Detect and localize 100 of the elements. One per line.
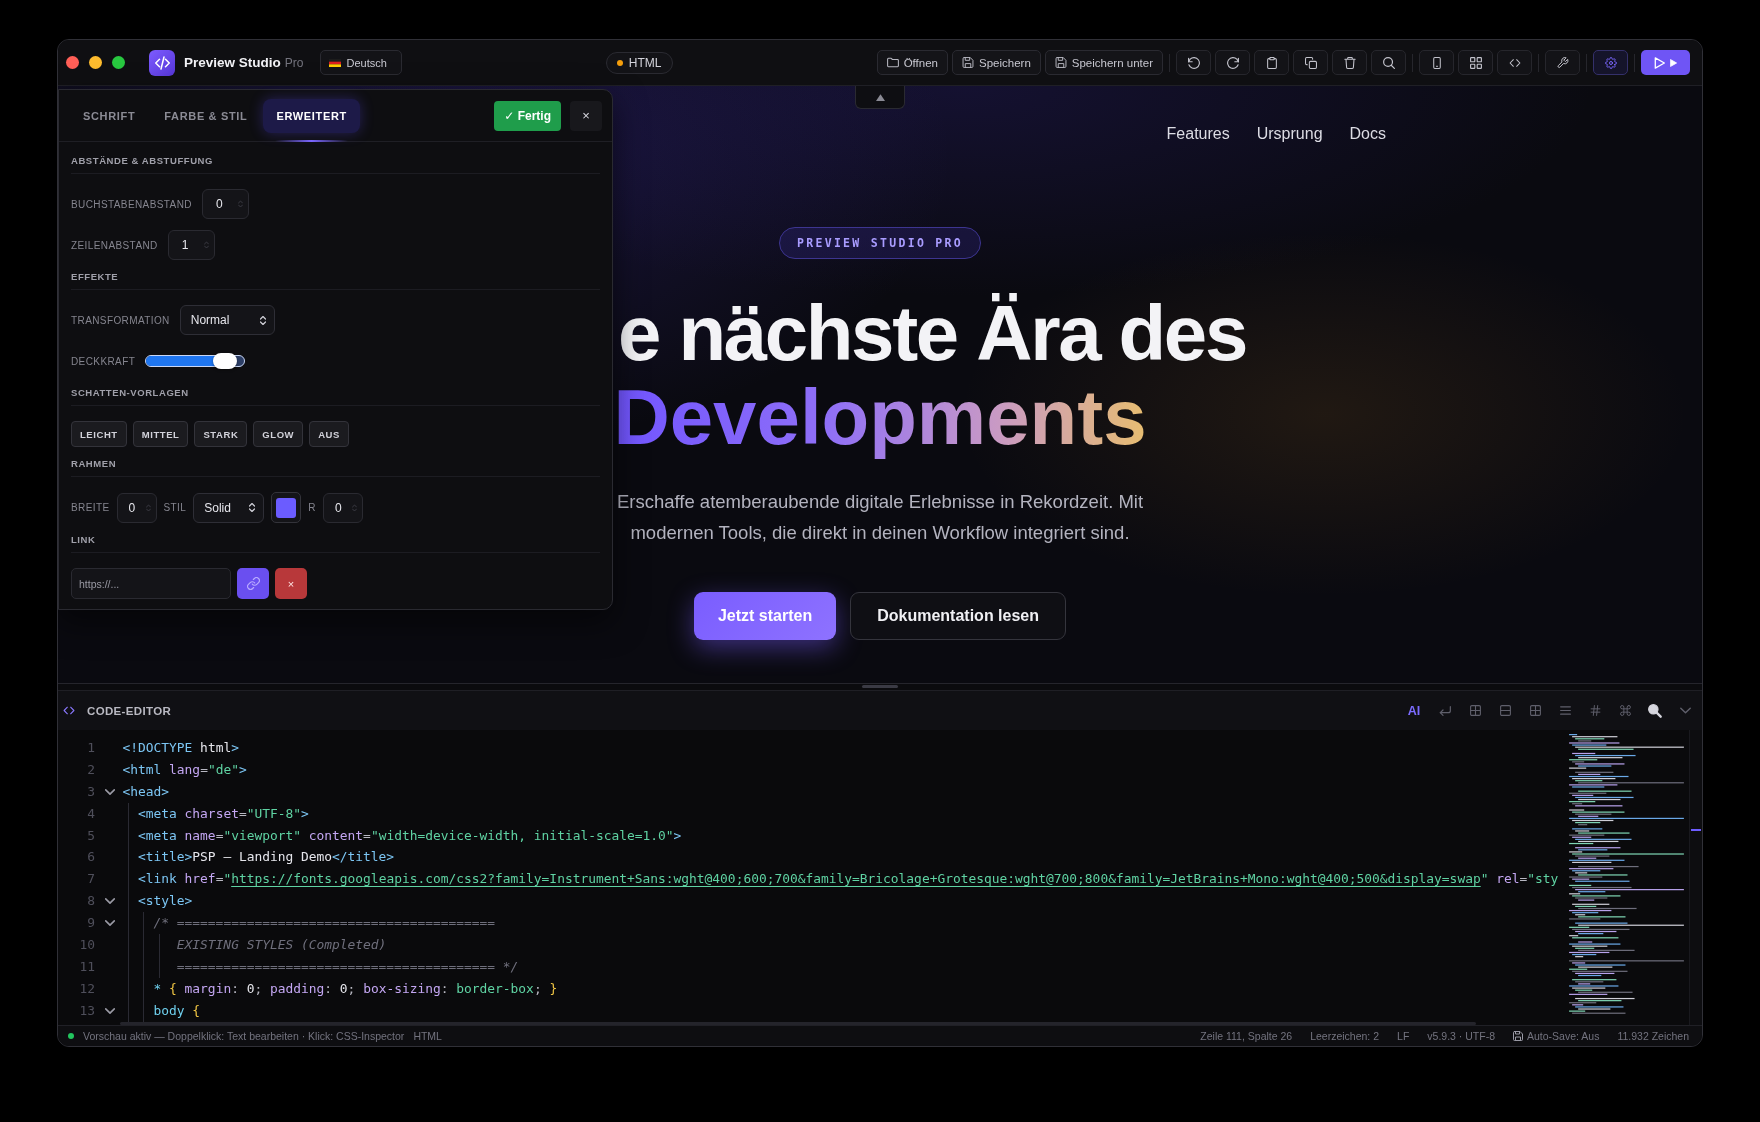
code-logo-icon <box>149 49 175 76</box>
shadow-preset-button[interactable]: LEICHT <box>71 421 127 447</box>
window-minimize-icon[interactable] <box>89 56 102 69</box>
panel-tab[interactable]: FARBE & STIL <box>151 98 261 133</box>
line-number: 12 <box>78 979 95 998</box>
delete-button[interactable] <box>1332 50 1367 75</box>
settings-icon <box>1604 56 1617 69</box>
play-outline-icon <box>1654 56 1665 69</box>
run-button[interactable] <box>1641 50 1690 75</box>
redo-icon <box>1226 56 1239 69</box>
collapse-toggle[interactable] <box>855 86 905 109</box>
line-number: 8 <box>86 892 95 911</box>
hero-badge: PREVIEW STUDIO PRO <box>779 227 981 259</box>
dropdown[interactable]: Solid <box>193 492 265 523</box>
line-number: 1 <box>86 739 95 757</box>
minus-square-icon <box>1499 705 1511 716</box>
number-field[interactable]: 1 <box>167 230 215 260</box>
mobile-view-button[interactable] <box>1419 50 1454 75</box>
fold-chevron-icon[interactable] <box>105 788 115 795</box>
status-dot-icon <box>616 59 623 66</box>
nav-link[interactable]: Ursprung <box>1256 125 1323 143</box>
code-brackets-icon <box>63 706 75 715</box>
tools-button[interactable] <box>1545 50 1580 75</box>
search-button[interactable] <box>1371 50 1406 75</box>
window-close-icon[interactable] <box>66 56 79 69</box>
open-button[interactable]: Öffnen <box>876 50 948 75</box>
start-button[interactable]: Jetzt starten <box>693 592 837 640</box>
code-line: <title>PSP — Landing Demo</title> <box>138 848 395 867</box>
settings-button[interactable] <box>1593 50 1628 75</box>
vertical-scrollbar[interactable] <box>1689 730 1702 1025</box>
shadow-preset-button[interactable]: MITTEL <box>132 421 189 447</box>
language-dropdown[interactable]: Deutsch <box>320 50 403 75</box>
line-number: 7 <box>86 870 95 889</box>
editor-tool-button[interactable] <box>1646 701 1664 720</box>
field-label: DECKKRAFT <box>71 355 136 367</box>
code-icon <box>1508 56 1521 69</box>
edition-label: Pro <box>284 55 304 70</box>
window-maximize-icon[interactable] <box>112 56 125 69</box>
copy-button[interactable] <box>1293 50 1328 75</box>
hash-icon <box>1589 705 1601 716</box>
magnifier-icon <box>1648 703 1662 718</box>
shadow-preset-button[interactable]: AUS <box>309 421 349 447</box>
number-field[interactable]: 0 <box>201 189 249 219</box>
undo-button[interactable] <box>1176 50 1211 75</box>
section-title: SCHATTEN-VORLAGEN <box>71 386 600 406</box>
done-button[interactable]: ✓ Fertig <box>494 100 561 131</box>
close-button[interactable]: × <box>570 100 602 131</box>
field-label: R <box>308 502 316 513</box>
slider-thumb[interactable] <box>212 353 237 369</box>
save-button[interactable]: Speichern <box>952 50 1041 75</box>
line-number: 2 <box>86 760 95 779</box>
line-number: 4 <box>86 804 95 823</box>
ai-button[interactable]: AI <box>1404 703 1424 718</box>
editor-title: CODE-EDITOR <box>87 704 172 717</box>
dropdown[interactable]: Normal <box>179 305 275 335</box>
code-line: <link href="https://fonts.googleapis.com/css2?family=Instrument+Sans:wght@400;600;700&family=Bricolage+Grotesque:wght@700;800&family=JetBrains+Mono:wght@400;500&display=swap" rel="sty <box>138 870 1559 889</box>
status-text: Leerzeichen: 2 <box>1310 1030 1380 1042</box>
section-title: LINK <box>71 533 600 553</box>
opacity-slider[interactable] <box>145 355 246 367</box>
folder-icon <box>886 57 899 68</box>
line-number: 10 <box>78 936 95 954</box>
grid-icon <box>1469 56 1482 69</box>
grid-view-button[interactable] <box>1458 50 1493 75</box>
link-icon <box>246 577 260 590</box>
clipboard-icon <box>1265 56 1278 69</box>
return-arrow-icon <box>1439 705 1451 716</box>
remove-link-button[interactable]: × <box>275 568 307 599</box>
save-as-button[interactable]: Speichern unter <box>1044 50 1163 75</box>
number-field[interactable]: 0 <box>322 492 363 523</box>
wrench-icon <box>1556 56 1569 69</box>
redo-button[interactable] <box>1215 50 1250 75</box>
number-field[interactable]: 0 <box>116 492 157 523</box>
fold-chevron-icon[interactable] <box>105 898 115 905</box>
code-line: * { margin: 0; padding: 0; box-sizing: border-box; } <box>153 979 558 998</box>
minimap-drawing[interactable] <box>1568 733 1687 1017</box>
grid-square-icon <box>1469 705 1481 716</box>
shadow-preset-button[interactable]: GLOW <box>253 421 304 447</box>
url-field[interactable]: https://... <box>71 568 231 599</box>
panel-tab[interactable]: SCHRIFT <box>70 98 149 133</box>
headline-text: e nächste Ära des <box>618 291 1246 375</box>
floppy-disk-icon <box>962 57 974 68</box>
fold-chevron-icon[interactable] <box>105 1007 115 1014</box>
fold-chevron-icon[interactable] <box>105 920 115 927</box>
nav-link[interactable]: Features <box>1166 125 1230 143</box>
nav-link[interactable]: Docs <box>1349 125 1386 143</box>
status-text: v5.9.3 · UTF-8 <box>1427 1030 1495 1042</box>
caret-up-icon <box>875 93 885 101</box>
line-number: 13 <box>78 1001 95 1020</box>
floppy-disk-icon <box>1054 57 1067 68</box>
chevron-down-icon <box>1679 707 1691 714</box>
line-number: 11 <box>78 957 95 976</box>
apply-link-button[interactable] <box>237 568 269 599</box>
shadow-preset-button[interactable]: STARK <box>194 421 248 447</box>
grid-square-icon <box>1529 705 1541 716</box>
section-title: ABSTÄNDE & ABSTUFFUNG <box>71 154 600 174</box>
docs-button[interactable]: Dokumentation lesen <box>850 592 1067 640</box>
paste-button[interactable] <box>1254 50 1289 75</box>
code-line: <style> <box>138 892 193 911</box>
status-text: Zeile 111, Spalte 26 <box>1200 1030 1293 1042</box>
code-line: EXISTING STYLES (Completed) <box>175 936 387 954</box>
